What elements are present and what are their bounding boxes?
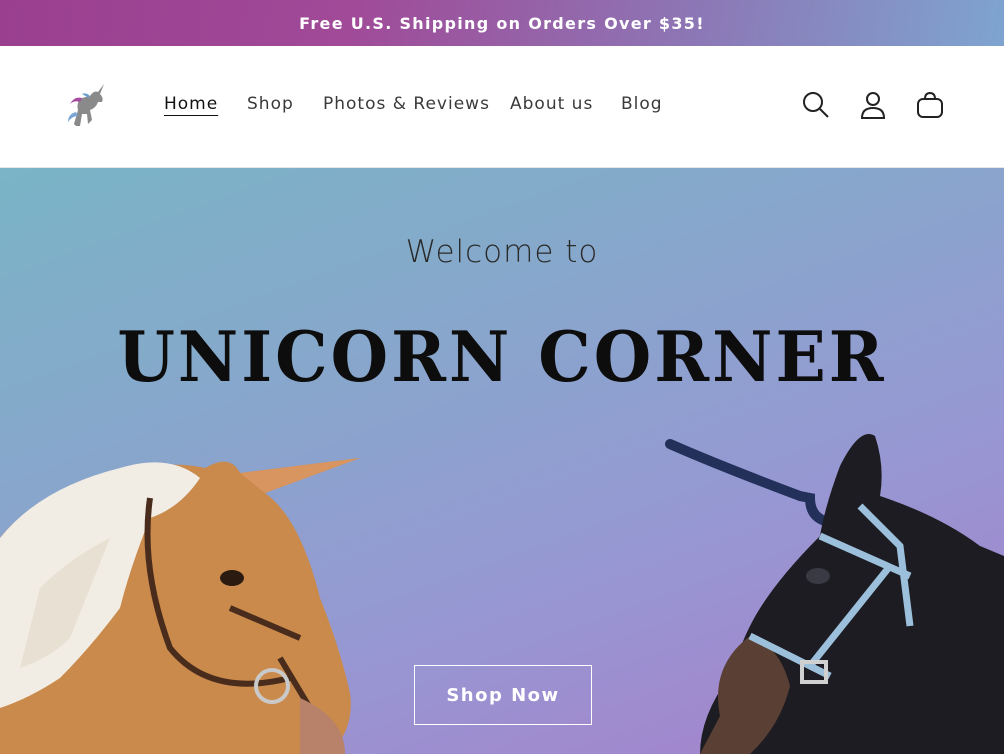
hero-brand-title: UNICORN CORNER <box>117 316 887 398</box>
palomino-unicorn-image <box>0 458 360 754</box>
announcement-text: Free U.S. Shipping on Orders Over $35! <box>299 13 705 33</box>
nav-blog[interactable]: Blog <box>621 94 663 114</box>
search-icon[interactable] <box>800 89 832 121</box>
site-header: Home Shop Photos & Reviews About us Blog <box>0 46 1004 168</box>
nav-shop[interactable]: Shop <box>247 94 294 114</box>
nav-home[interactable]: Home <box>164 94 218 114</box>
unicorn-logo-icon[interactable] <box>60 80 114 134</box>
hero-banner: Welcome to UNICORN CORNER Shop Now <box>0 168 1004 754</box>
announcement-bar: Free U.S. Shipping on Orders Over $35! <box>0 0 1004 46</box>
cart-icon[interactable] <box>914 89 946 121</box>
shop-now-button[interactable]: Shop Now <box>414 665 592 725</box>
nav-about-us[interactable]: About us <box>510 94 593 114</box>
account-icon[interactable] <box>857 89 889 121</box>
black-unicorn-image <box>665 434 1004 754</box>
hero-welcome: Welcome to <box>405 234 599 270</box>
nav-photos-reviews[interactable]: Photos & Reviews <box>323 94 490 114</box>
